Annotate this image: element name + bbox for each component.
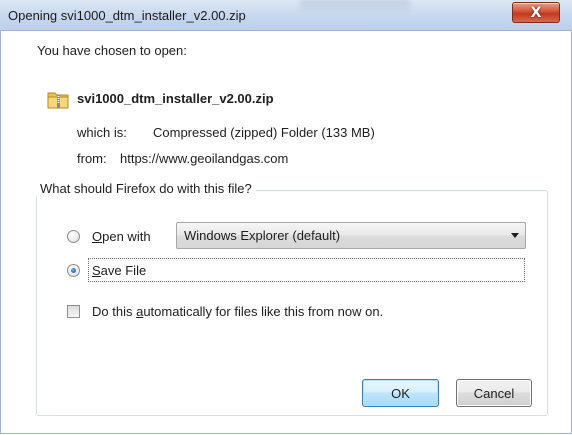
open-with-radio[interactable] xyxy=(67,230,80,243)
close-icon: X xyxy=(530,4,542,21)
save-file-label-rest: ave File xyxy=(100,263,147,278)
file-name: svi1000_dtm_installer_v2.00.zip xyxy=(77,91,274,106)
cancel-button[interactable]: Cancel xyxy=(456,379,532,407)
open-with-label[interactable]: Open with xyxy=(92,229,151,244)
file-type-value: Compressed (zipped) Folder (133 MB) xyxy=(153,125,375,140)
ok-button[interactable]: OK xyxy=(362,379,439,407)
title-bar-artifact xyxy=(300,0,410,14)
open-with-mnemonic: O xyxy=(92,229,103,244)
zip-archive-icon xyxy=(47,92,69,109)
save-file-label[interactable]: Save File xyxy=(92,263,146,278)
auto-action-rest: utomatically for files like this from no… xyxy=(143,304,384,319)
open-with-app-select[interactable]: Windows Explorer (default) xyxy=(176,222,526,249)
auto-action-label[interactable]: Do this automatically for files like thi… xyxy=(92,304,383,319)
open-with-label-rest: pen with xyxy=(102,229,151,244)
title-bar: Opening svi1000_dtm_installer_v2.00.zip … xyxy=(0,0,572,31)
window-title: Opening svi1000_dtm_installer_v2.00.zip xyxy=(8,8,246,23)
source-url-value: https://www.geoilandgas.com xyxy=(120,151,289,166)
save-file-focus-rect xyxy=(88,258,525,282)
dialog-heading: You have chosen to open: xyxy=(37,43,187,58)
auto-action-checkbox[interactable] xyxy=(67,305,80,318)
from-label: from: xyxy=(77,151,107,166)
open-with-app-value: Windows Explorer (default) xyxy=(184,228,341,243)
auto-action-prefix: Do this xyxy=(92,304,137,319)
close-button[interactable]: X xyxy=(512,2,560,23)
which-is-label: which is: xyxy=(77,125,127,140)
chevron-down-icon xyxy=(511,233,519,238)
action-group-legend: What should Firefox do with this file? xyxy=(36,181,256,196)
save-file-radio[interactable] xyxy=(67,264,80,277)
save-file-mnemonic: S xyxy=(92,263,101,278)
